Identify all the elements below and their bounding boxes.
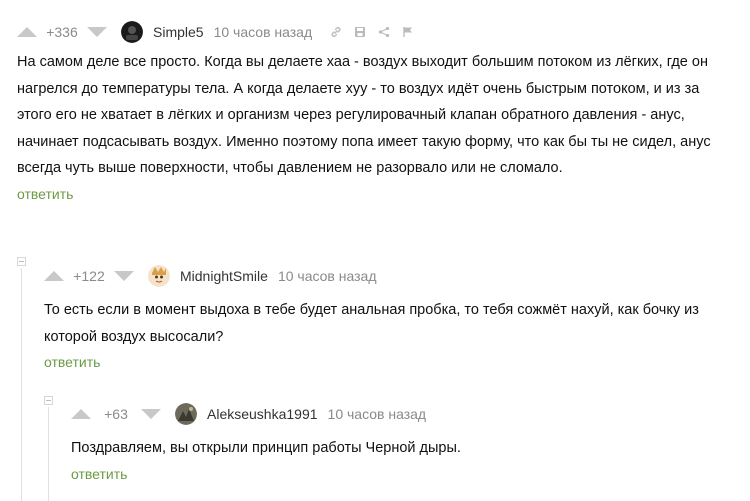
timestamp[interactable]: 10 часов назад — [278, 268, 377, 284]
rating: +336 — [46, 24, 78, 40]
link-icon[interactable] — [330, 26, 342, 38]
comment-1: +336 Simple5 10 часов назад На самом дел… — [17, 19, 727, 202]
downvote-icon[interactable] — [87, 27, 107, 37]
comment-text: Поздравляем, вы открыли принцип работы Ч… — [71, 440, 461, 456]
timestamp[interactable]: 10 часов назад — [328, 406, 427, 422]
comment-header: +122 MidnightSmile 10 часов назад — [44, 263, 734, 289]
comment-text: На самом деле все просто. Когда вы делае… — [17, 54, 711, 176]
rating: +122 — [73, 268, 105, 284]
comment-header: +63 Alekseushka1991 10 часов назад — [71, 401, 731, 427]
author-name[interactable]: Simple5 — [153, 24, 204, 40]
rating: +63 — [104, 406, 128, 422]
comment-text: То есть если в момент выдоха в тебе буде… — [44, 302, 699, 345]
avatar[interactable] — [121, 21, 143, 43]
comment-3: +63 Alekseushka1991 10 часов назад Поздр… — [71, 401, 731, 482]
upvote-icon[interactable] — [44, 271, 64, 281]
author-name[interactable]: MidnightSmile — [180, 268, 268, 284]
save-icon[interactable] — [354, 26, 366, 38]
reply-link[interactable]: ответить — [17, 186, 727, 202]
thread-line — [21, 268, 22, 501]
comment-tools — [330, 26, 414, 38]
comment-header: +336 Simple5 10 часов назад — [17, 19, 727, 45]
avatar[interactable] — [148, 265, 170, 287]
downvote-icon[interactable] — [141, 409, 161, 419]
downvote-icon[interactable] — [114, 271, 134, 281]
author-name[interactable]: Alekseushka1991 — [207, 406, 318, 422]
timestamp[interactable]: 10 часов назад — [214, 24, 313, 40]
upvote-icon[interactable] — [17, 27, 37, 37]
vote-block: +336 — [17, 24, 107, 40]
collapse-toggle[interactable] — [44, 396, 53, 405]
thread-line — [48, 407, 49, 501]
avatar[interactable] — [175, 403, 197, 425]
vote-block: +63 — [71, 406, 161, 422]
comment-2: +122 MidnightSmile 10 часов назад То ест… — [44, 263, 734, 370]
flag-icon[interactable] — [402, 26, 414, 38]
vote-block: +122 — [44, 268, 134, 284]
collapse-toggle[interactable] — [17, 257, 26, 266]
reply-link[interactable]: ответить — [71, 466, 731, 482]
reply-link[interactable]: ответить — [44, 354, 734, 370]
share-icon[interactable] — [378, 26, 390, 38]
upvote-icon[interactable] — [71, 409, 91, 419]
